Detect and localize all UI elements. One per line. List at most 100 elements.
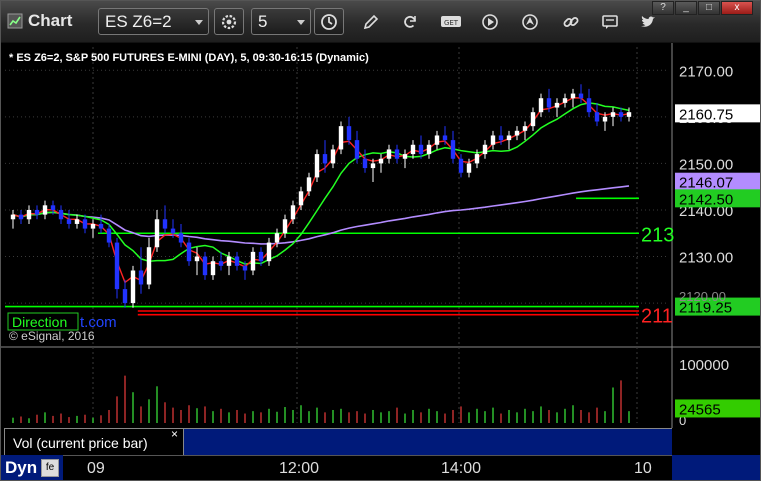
get-data-icon: GET bbox=[441, 15, 461, 27]
time-template-button[interactable] bbox=[314, 8, 344, 35]
candle-body bbox=[274, 233, 280, 243]
candle-body bbox=[74, 219, 80, 224]
clock-icon bbox=[321, 13, 337, 30]
candle-body bbox=[290, 205, 296, 220]
candle-body bbox=[514, 130, 520, 136]
candle-body bbox=[546, 98, 552, 108]
ema-green-line bbox=[12, 102, 630, 265]
candle-body bbox=[114, 242, 120, 290]
candle-body bbox=[530, 112, 536, 127]
moving-averages bbox=[12, 97, 630, 284]
candle-body bbox=[210, 261, 216, 276]
candle-body bbox=[330, 149, 336, 164]
price-badge-label: 2160.75 bbox=[679, 106, 733, 123]
help-button[interactable]: ? bbox=[652, 1, 674, 15]
settings-button[interactable] bbox=[214, 8, 244, 35]
chart-logo-icon bbox=[7, 13, 23, 29]
candle-body bbox=[578, 93, 584, 99]
candle-body bbox=[162, 219, 168, 229]
level-side-label: 211 bbox=[641, 306, 673, 328]
candle-body bbox=[50, 205, 56, 210]
chevron-down-icon[interactable] bbox=[297, 20, 305, 25]
pencil-draw-icon bbox=[363, 14, 379, 29]
play-button[interactable] bbox=[475, 8, 505, 35]
candle-body bbox=[474, 154, 480, 164]
candle-body bbox=[298, 191, 304, 206]
close-button[interactable]: x bbox=[721, 1, 753, 15]
candle-body bbox=[34, 209, 40, 215]
price-badge-label: 2142.50 bbox=[679, 191, 733, 208]
candle-body bbox=[90, 223, 96, 229]
interval-value: 5 bbox=[258, 12, 268, 31]
chart-window: Chart ES Z6=2 5 GET ? _ □ x 2170.00 2150… bbox=[0, 0, 761, 481]
link-icon bbox=[563, 16, 579, 27]
close-icon[interactable]: × bbox=[171, 427, 178, 441]
candle-body bbox=[586, 98, 592, 113]
candle-body bbox=[218, 261, 224, 266]
formula-icon[interactable]: fe bbox=[41, 459, 59, 477]
candle-body bbox=[282, 219, 288, 234]
candle-body bbox=[410, 144, 416, 155]
candle-body bbox=[362, 158, 368, 169]
navigation-button[interactable] bbox=[515, 8, 545, 35]
candle-body bbox=[466, 163, 472, 173]
window-title: Chart bbox=[28, 11, 73, 30]
dynamic-mode-label[interactable]: Dyn bbox=[5, 458, 37, 478]
candle-body bbox=[490, 135, 496, 145]
draw-tool-button[interactable] bbox=[356, 8, 386, 35]
maximize-button[interactable]: □ bbox=[698, 1, 720, 15]
minimize-button[interactable]: _ bbox=[675, 1, 697, 15]
candle-body bbox=[450, 140, 456, 159]
candle-body bbox=[570, 93, 576, 99]
candle-body bbox=[386, 149, 392, 159]
candle-body bbox=[434, 135, 440, 145]
indicator-lines bbox=[5, 197, 639, 316]
toolbar: Chart ES Z6=2 5 GET ? _ □ x bbox=[1, 1, 760, 43]
refresh-icon bbox=[404, 15, 416, 28]
interval-input[interactable]: 5 bbox=[251, 8, 311, 35]
refresh-button[interactable] bbox=[395, 8, 425, 35]
chart-header: * ES Z6=2, S&P 500 FUTURES E-MINI (DAY),… bbox=[9, 52, 369, 64]
candle-body bbox=[98, 223, 104, 229]
candle-body bbox=[562, 98, 568, 103]
time-label: 14:00 bbox=[441, 460, 482, 477]
message-button[interactable] bbox=[595, 8, 625, 35]
candle-body bbox=[250, 251, 256, 271]
volume-study-tab[interactable]: Vol (current price bar) bbox=[4, 428, 184, 455]
candle-body bbox=[618, 112, 624, 117]
candle-body bbox=[58, 209, 64, 220]
price-chart[interactable]: 2170.002160.002150.002140.002130.002160.… bbox=[1, 43, 761, 455]
price-tick-label: 2120.00 bbox=[679, 289, 726, 304]
candle-body bbox=[122, 289, 128, 304]
direction-label: Direction bbox=[12, 314, 67, 330]
candle-body bbox=[306, 177, 312, 192]
link-button[interactable] bbox=[556, 8, 586, 35]
settings-gear-icon bbox=[221, 14, 237, 29]
candle-body bbox=[418, 144, 424, 155]
candle-body bbox=[146, 247, 152, 285]
get-data-button[interactable]: GET bbox=[436, 8, 466, 35]
candle-body bbox=[178, 233, 184, 243]
message-icon bbox=[602, 14, 618, 29]
svg-text:GET: GET bbox=[444, 19, 459, 27]
price-badge-label: 2146.07 bbox=[679, 175, 733, 192]
candle-body bbox=[226, 256, 232, 266]
candle-body bbox=[10, 214, 16, 220]
candle-body bbox=[242, 265, 248, 271]
candle-body bbox=[130, 270, 136, 304]
candle-body bbox=[266, 242, 272, 262]
watermark-text: t.com bbox=[80, 314, 117, 331]
candle-body bbox=[338, 126, 344, 150]
candle-body bbox=[442, 135, 448, 141]
chevron-down-icon[interactable] bbox=[195, 20, 203, 25]
vwap-line bbox=[12, 185, 630, 245]
symbol-input[interactable]: ES Z6=2 bbox=[98, 8, 209, 35]
candle-body bbox=[194, 256, 200, 262]
play-icon bbox=[482, 13, 498, 30]
candle-body bbox=[394, 149, 400, 159]
candle-body bbox=[506, 135, 512, 141]
candle-body bbox=[202, 256, 208, 276]
twitter-bird-icon bbox=[641, 15, 655, 27]
candle-body bbox=[610, 112, 616, 117]
level-side-label: 213 bbox=[641, 224, 674, 246]
